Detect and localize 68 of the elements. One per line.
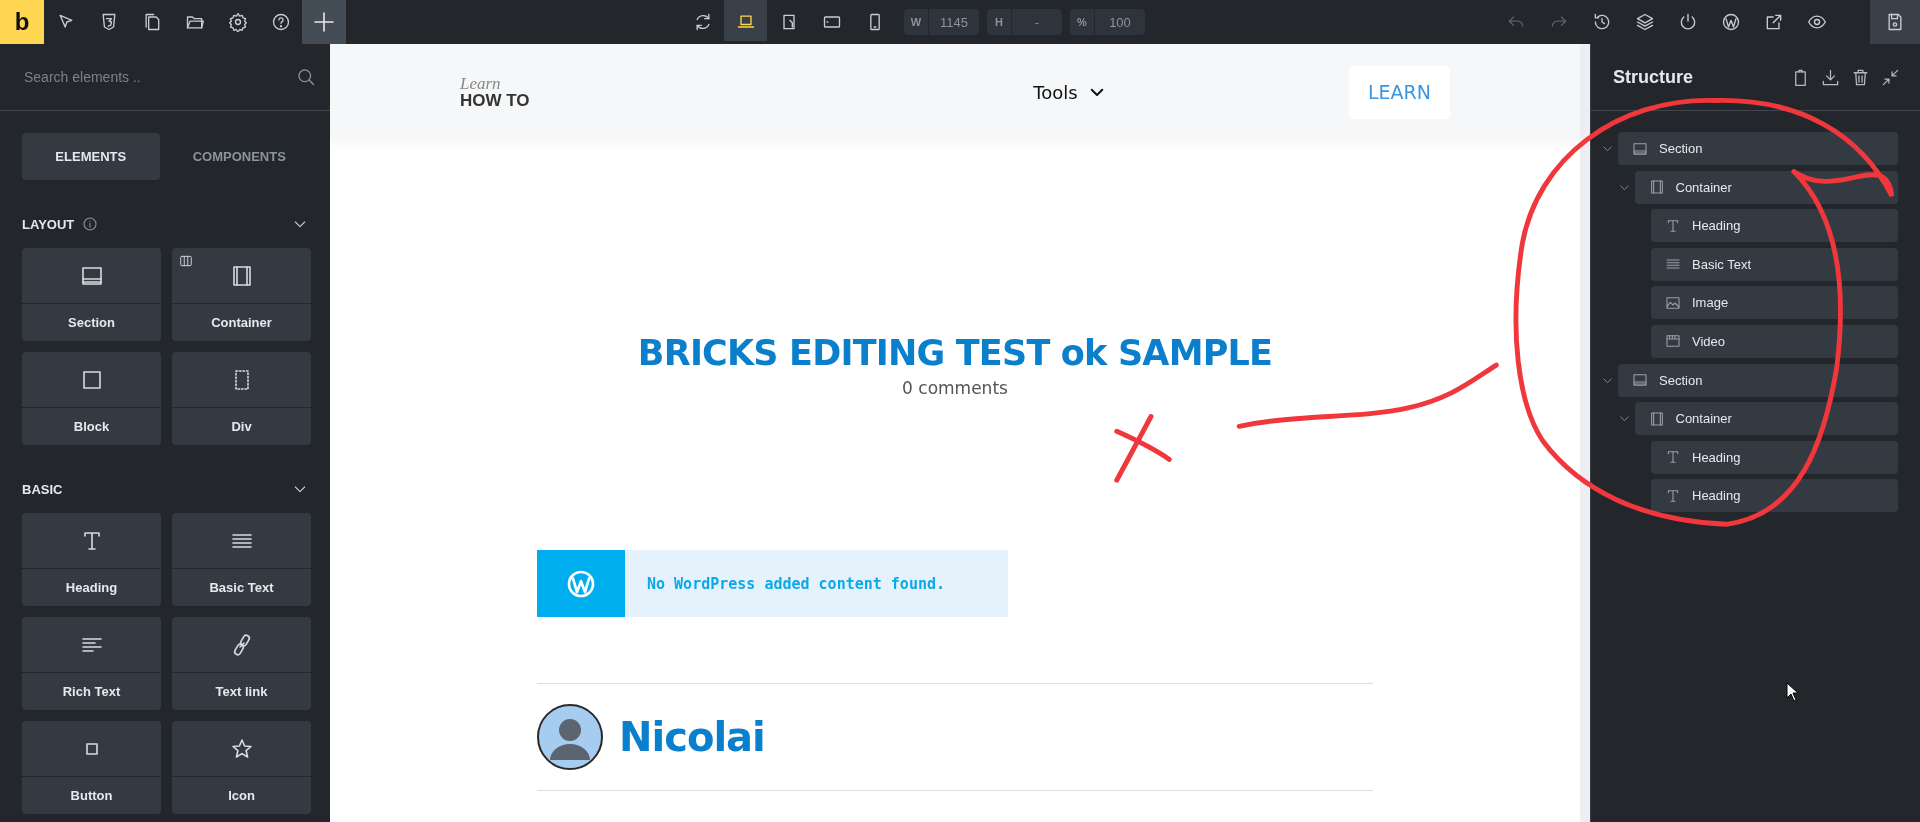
cross-mark (1114, 414, 1172, 483)
collapse-icon[interactable] (1881, 67, 1900, 87)
element-card[interactable]: Basic Text (172, 513, 311, 606)
element-card[interactable]: Icon (172, 721, 311, 814)
letter-t-icon (1665, 449, 1681, 466)
author-name[interactable]: Nicolai (619, 714, 765, 760)
size-field[interactable]: % 100 (1070, 9, 1145, 35)
structure-item[interactable]: Image (1651, 286, 1898, 320)
container-icon (1648, 410, 1665, 427)
structure-item[interactable]: Container (1634, 170, 1898, 204)
element-card[interactable]: Section (22, 248, 161, 341)
structure-item[interactable]: Section (1618, 363, 1898, 397)
field-value: 100 (1108, 14, 1132, 30)
structure-item[interactable]: Basic Text (1651, 247, 1898, 281)
field-value: - (1033, 14, 1041, 30)
field-label: H (987, 9, 1012, 35)
letter-t-icon (1665, 217, 1681, 234)
columns-icon (179, 254, 193, 268)
structure-item[interactable]: Heading (1651, 209, 1898, 243)
field-label: W (904, 9, 929, 35)
nav-link[interactable]: Tools (1033, 81, 1078, 103)
search-field[interactable]: Search elements .. (22, 61, 296, 93)
structure-item[interactable]: Heading (1651, 440, 1898, 474)
toolbar-button[interactable] (302, 0, 346, 44)
element-card[interactable]: Div (172, 352, 311, 445)
section-icon (1632, 140, 1648, 157)
image-icon (1665, 294, 1681, 311)
notice-text: No WordPress added content found. (647, 574, 945, 593)
trash-icon[interactable] (1851, 67, 1870, 87)
structure-item[interactable]: Video (1651, 324, 1898, 358)
category-title: LAYOUT (22, 216, 75, 232)
field-value: 1145 (939, 14, 969, 30)
size-field[interactable]: H - (987, 9, 1062, 35)
panel-tab[interactable]: COMPONENTS (170, 133, 308, 180)
element-card[interactable]: Block (22, 352, 161, 445)
scrollbar[interactable] (1580, 44, 1590, 822)
structure-item[interactable]: Section (1618, 132, 1898, 165)
comment-count[interactable]: 0 comments (537, 378, 1373, 398)
section-icon (1632, 372, 1648, 389)
size-field[interactable]: W 1145 (904, 9, 979, 35)
clapperboard-icon (1665, 333, 1681, 350)
download-icon[interactable] (1821, 67, 1840, 87)
help-icon (270, 12, 291, 32)
panel-title: Structure (1613, 66, 1693, 88)
avatar-icon (537, 704, 603, 770)
structure-item[interactable]: Heading (1651, 479, 1898, 513)
category-title: BASIC (22, 481, 63, 497)
element-card[interactable]: Container (172, 248, 311, 341)
post-title: BRICKS EDITING TEST ok SAMPLE (636, 332, 1274, 374)
letter-t-icon (1665, 487, 1681, 504)
mouse-pointer-icon (1786, 682, 1800, 702)
container-icon (1648, 179, 1665, 196)
info-icon (82, 216, 99, 232)
site-logo[interactable]: Learn HOW TO (460, 75, 790, 109)
panel-tab[interactable]: ELEMENTS (22, 133, 160, 180)
element-card[interactable]: Button (22, 721, 161, 814)
save-button[interactable] (1870, 0, 1920, 44)
search-icon (296, 67, 316, 87)
element-card[interactable]: Text link (172, 617, 311, 710)
device-button[interactable] (724, 0, 767, 44)
settings-icon (227, 12, 248, 32)
star-icon (229, 736, 254, 761)
element-card[interactable]: Heading (22, 513, 161, 606)
app-logo[interactable]: b (0, 0, 44, 44)
add-icon (312, 10, 336, 34)
field-label: % (1070, 9, 1095, 35)
element-card[interactable]: Rich Text (22, 617, 161, 710)
structure-item[interactable]: Container (1634, 402, 1898, 436)
